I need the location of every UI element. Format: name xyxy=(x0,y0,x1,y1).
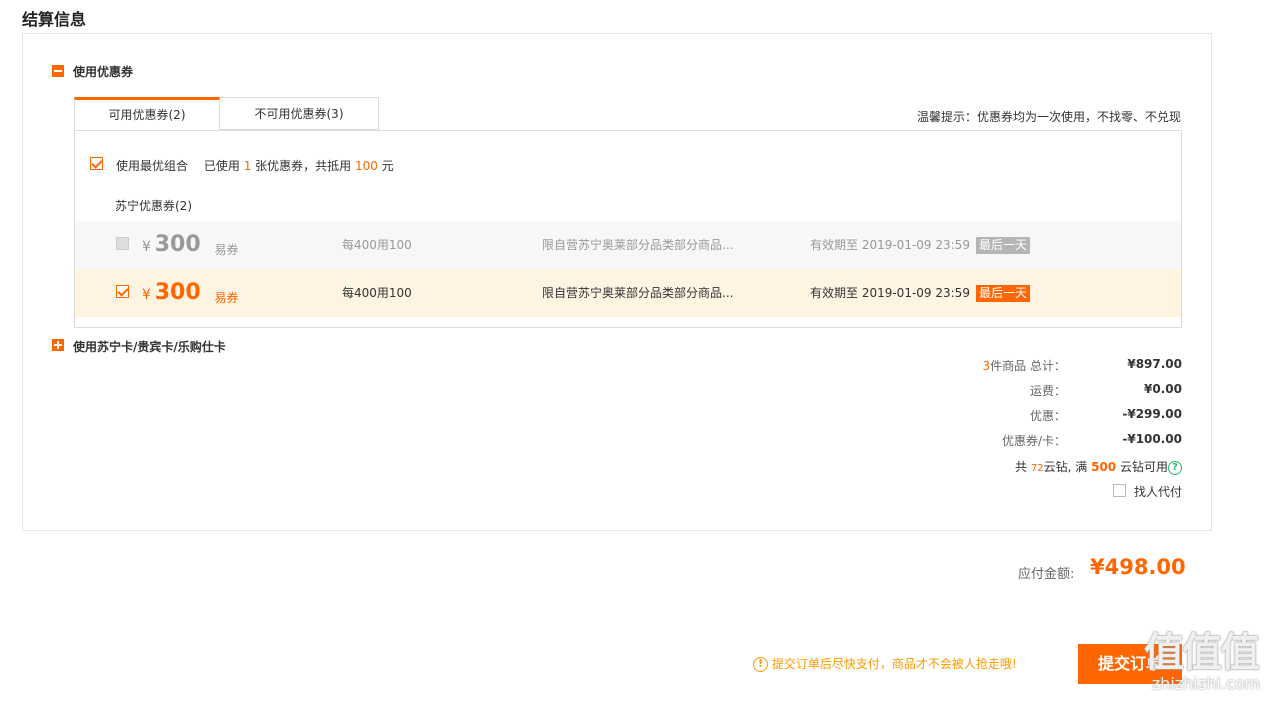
coupon-section-label[interactable]: 使用优惠券 xyxy=(73,63,133,80)
best-combo-label: 使用最优组合 xyxy=(116,159,189,173)
proxy-pay-checkbox[interactable] xyxy=(1113,484,1126,497)
used-amount: 100 xyxy=(355,159,378,173)
status-badge: 最后一天 xyxy=(975,237,1030,254)
coupon-group-label: 苏宁优惠券(2) xyxy=(115,199,192,213)
coupon-expiry: 有效期至 2019-01-09 23:59 最后一天 xyxy=(810,269,1030,317)
expand-icon[interactable] xyxy=(52,339,64,351)
payable-label: 应付金额: xyxy=(1018,567,1075,582)
coupon-card-value: -¥100.00 xyxy=(1122,432,1182,446)
proxy-pay-label[interactable]: 找人代付 xyxy=(1134,483,1182,500)
warning-icon: ! xyxy=(753,657,768,672)
total-value: ¥897.00 xyxy=(1127,357,1182,371)
card-section-label[interactable]: 使用苏宁卡/贵宾卡/乐购仕卡 xyxy=(73,338,226,355)
discount-value: -¥299.00 xyxy=(1122,407,1182,421)
coupon-row[interactable]: ¥ 300 易券 每400用100 限自营苏宁奥莱部分品类部分商品... 有效期… xyxy=(75,221,1181,269)
diamond-line: 共 72云钻, 满 500 云钻可用? xyxy=(960,458,1182,475)
used-count: 1 xyxy=(243,159,252,173)
coupon-row[interactable]: ¥ 300 易券 每400用100 限自营苏宁奥莱部分品类部分商品... 有效期… xyxy=(75,269,1181,317)
best-combo-line: 使用最优组合 已使用 1 张优惠券，共抵用 100 元 xyxy=(116,157,394,174)
page-title: 结算信息 xyxy=(22,10,87,29)
coupon-checkbox[interactable] xyxy=(116,237,129,250)
best-combo-checkbox[interactable] xyxy=(90,157,103,170)
used-prefix: 已使用 xyxy=(203,159,240,173)
submit-notice: ! 提交订单后尽快支付，商品才不会被人抢走哦! xyxy=(753,655,1017,672)
used-unit: 元 xyxy=(381,159,394,173)
shipping-value: ¥0.00 xyxy=(1144,382,1182,396)
shipping-label: 运费： xyxy=(1029,384,1066,398)
coupon-checkbox[interactable] xyxy=(116,285,129,298)
discount-label: 优惠： xyxy=(1029,409,1066,423)
coupon-rule: 每400用100 xyxy=(342,238,412,252)
coupon-card-label: 优惠券/卡： xyxy=(1001,434,1066,448)
coupon-tip: 温馨提示：优惠券均为一次使用，不找零、不兑现 xyxy=(916,110,1181,124)
coupon-scope: 限自营苏宁奥莱部分品类部分商品... xyxy=(542,238,734,252)
payable-amount: ¥498.00 xyxy=(1090,555,1186,579)
tab-unavailable-coupons[interactable]: 不可用优惠券(3) xyxy=(219,97,379,130)
total-label: 3件商品 总计： xyxy=(982,359,1066,373)
help-icon[interactable]: ? xyxy=(1168,460,1182,475)
submit-order-button[interactable]: 提交订单 xyxy=(1078,644,1182,684)
coupon-value: ¥ 300 易券 xyxy=(142,280,239,305)
coupon-scope: 限自营苏宁奥莱部分品类部分商品... xyxy=(542,286,734,300)
coupon-expiry: 有效期至 2019-01-09 23:59 最后一天 xyxy=(810,221,1030,269)
coupon-value: ¥ 300 易券 xyxy=(142,232,239,257)
status-badge: 最后一天 xyxy=(975,285,1030,302)
used-mid: 张优惠券，共抵用 xyxy=(255,159,352,173)
collapse-icon[interactable] xyxy=(52,65,64,77)
coupon-rule: 每400用100 xyxy=(342,286,412,300)
tab-available-coupons[interactable]: 可用优惠券(2) xyxy=(74,97,220,130)
